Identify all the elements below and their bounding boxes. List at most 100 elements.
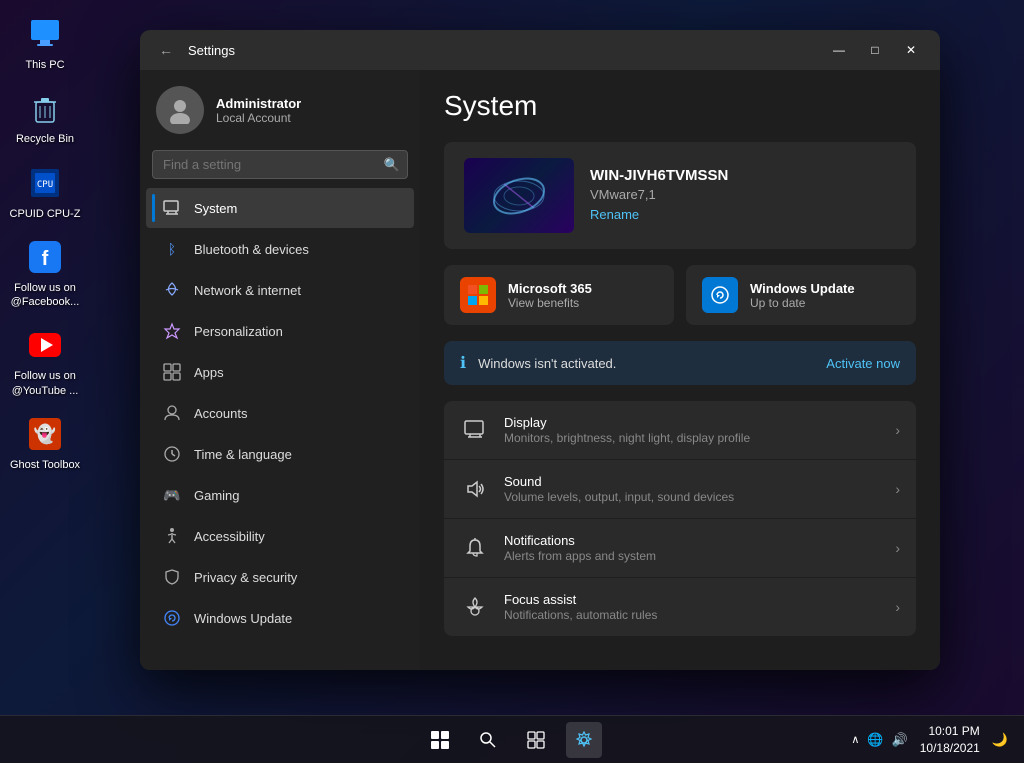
notifications-title: Notifications <box>504 533 881 548</box>
sidebar-item-privacy[interactable]: Privacy & security <box>146 557 414 597</box>
facebook-icon: f <box>25 237 65 277</box>
sidebar-item-network-label: Network & internet <box>194 283 301 298</box>
taskbar-settings-button[interactable] <box>566 722 602 758</box>
taskbar-time-display: 10:01 PM <box>920 723 980 740</box>
desktop-icon-facebook-label: Follow us on @Facebook... <box>9 281 81 310</box>
taskbar-search-button[interactable] <box>470 722 506 758</box>
apps-icon <box>162 362 182 382</box>
settings-rows: Display Monitors, brightness, night ligh… <box>444 401 916 636</box>
device-card: WIN-JIVH6TVMSSN VMware7,1 Rename <box>444 142 916 249</box>
task-view-button[interactable] <box>518 722 554 758</box>
desktop-icon-cpuid[interactable]: CPU CPUID CPU-Z <box>5 159 85 225</box>
sidebar-profile[interactable]: Administrator Local Account <box>140 70 420 146</box>
desktop-icon-this-pc-label: This PC <box>25 58 64 72</box>
profile-type: Local Account <box>216 111 404 125</box>
window-body: Administrator Local Account 🔍 System <box>140 70 940 670</box>
desktop-icon-youtube[interactable]: Follow us on @YouTube ... <box>5 321 85 402</box>
accounts-icon <box>162 403 182 423</box>
sidebar-item-accessibility[interactable]: Accessibility <box>146 516 414 556</box>
nav-list: System ᛒ Bluetooth & devices Network & i… <box>140 187 420 639</box>
quick-card-winupdate[interactable]: Windows Update Up to date <box>686 265 916 325</box>
search-icon: 🔍 <box>384 157 400 173</box>
sidebar-item-personalization-label: Personalization <box>194 324 283 339</box>
display-title: Display <box>504 415 881 430</box>
winupdate-info: Windows Update Up to date <box>750 281 855 310</box>
sidebar-item-bluetooth[interactable]: ᛒ Bluetooth & devices <box>146 229 414 269</box>
desktop-icon-cpuid-label: CPUID CPU-Z <box>10 207 81 221</box>
setting-row-focus-assist[interactable]: Focus assist Notifications, automatic ru… <box>444 578 916 636</box>
profile-name: Administrator <box>216 96 404 111</box>
ms365-info: Microsoft 365 View benefits <box>508 281 592 310</box>
system-icon <box>162 198 182 218</box>
search-input[interactable] <box>152 150 408 179</box>
winupdate-title: Windows Update <box>750 281 855 296</box>
desktop-icon-youtube-label: Follow us on @YouTube ... <box>9 369 81 398</box>
focus-assist-title: Focus assist <box>504 592 881 607</box>
sidebar-item-system[interactable]: System <box>146 188 414 228</box>
close-button[interactable]: ✕ <box>894 35 928 65</box>
taskbar: ∧ 🌐 🔊 10:01 PM 10/18/2021 🌙 <box>0 715 1024 763</box>
display-text: Display Monitors, brightness, night ligh… <box>504 415 881 445</box>
desktop-icon-this-pc[interactable]: This PC <box>5 10 85 76</box>
sidebar-item-personalization[interactable]: Personalization <box>146 311 414 351</box>
start-button[interactable] <box>422 722 458 758</box>
page-title: System <box>444 90 916 122</box>
maximize-button[interactable]: □ <box>858 35 892 65</box>
minimize-button[interactable]: — <box>822 35 856 65</box>
notifications-icon <box>460 533 490 563</box>
sidebar-item-apps[interactable]: Apps <box>146 352 414 392</box>
setting-row-sound[interactable]: Sound Volume levels, output, input, soun… <box>444 460 916 518</box>
sidebar-item-gaming[interactable]: 🎮 Gaming <box>146 475 414 515</box>
sidebar-item-privacy-label: Privacy & security <box>194 570 297 585</box>
title-bar: ← Settings — □ ✕ <box>140 30 940 70</box>
sidebar-item-accounts-label: Accounts <box>194 406 247 421</box>
profile-info: Administrator Local Account <box>216 96 404 125</box>
network-status-icon[interactable]: 🌐 <box>867 732 883 748</box>
info-icon: ℹ <box>460 353 466 373</box>
focus-assist-text: Focus assist Notifications, automatic ru… <box>504 592 881 622</box>
notifications-taskbar-icon[interactable]: 🌙 <box>992 732 1008 748</box>
setting-row-notifications[interactable]: Notifications Alerts from apps and syste… <box>444 519 916 577</box>
sound-text: Sound Volume levels, output, input, soun… <box>504 474 881 504</box>
this-pc-icon <box>25 14 65 54</box>
sidebar-item-time[interactable]: Time & language <box>146 434 414 474</box>
sidebar-item-accounts[interactable]: Accounts <box>146 393 414 433</box>
sidebar-item-network[interactable]: Network & internet <box>146 270 414 310</box>
ms365-icon <box>460 277 496 313</box>
sidebar-item-windows-update[interactable]: Windows Update <box>146 598 414 638</box>
winupdate-icon <box>702 277 738 313</box>
title-bar-left: ← Settings <box>152 36 235 64</box>
rename-link[interactable]: Rename <box>590 207 639 222</box>
youtube-icon <box>25 325 65 365</box>
desktop-icons: This PC Recycle Bin CPU CPUID CPU-Z <box>0 0 90 700</box>
ms365-title: Microsoft 365 <box>508 281 592 296</box>
quick-card-ms365[interactable]: Microsoft 365 View benefits <box>444 265 674 325</box>
accessibility-icon <box>162 526 182 546</box>
taskbar-date-display: 10/18/2021 <box>920 740 980 757</box>
svg-text:CPU: CPU <box>37 180 53 190</box>
taskbar-clock[interactable]: 10:01 PM 10/18/2021 <box>920 723 980 757</box>
desktop-icon-ghost-toolbox[interactable]: 👻 Ghost Toolbox <box>5 410 85 476</box>
back-button[interactable]: ← <box>152 36 180 64</box>
network-icon <box>162 280 182 300</box>
recycle-bin-icon <box>25 88 65 128</box>
window-title: Settings <box>188 43 235 58</box>
quick-actions-row: Microsoft 365 View benefits Windows Upda… <box>444 265 916 325</box>
sound-chevron: › <box>895 481 900 497</box>
desktop-icon-recycle-bin[interactable]: Recycle Bin <box>5 84 85 150</box>
desktop-icon-facebook[interactable]: f Follow us on @Facebook... <box>5 233 85 314</box>
avatar <box>156 86 204 134</box>
cpuid-icon: CPU <box>25 163 65 203</box>
focus-assist-chevron: › <box>895 599 900 615</box>
device-model: VMware7,1 <box>590 187 896 202</box>
sidebar-item-gaming-label: Gaming <box>194 488 240 503</box>
display-chevron: › <box>895 422 900 438</box>
setting-row-display[interactable]: Display Monitors, brightness, night ligh… <box>444 401 916 459</box>
volume-icon[interactable]: 🔊 <box>892 732 908 748</box>
chevron-up-icon[interactable]: ∧ <box>851 733 859 746</box>
activate-now-button[interactable]: Activate now <box>826 356 900 371</box>
sound-title: Sound <box>504 474 881 489</box>
taskbar-right: ∧ 🌐 🔊 10:01 PM 10/18/2021 🌙 <box>851 723 1008 757</box>
device-info: WIN-JIVH6TVMSSN VMware7,1 Rename <box>590 167 896 224</box>
personalization-icon <box>162 321 182 341</box>
